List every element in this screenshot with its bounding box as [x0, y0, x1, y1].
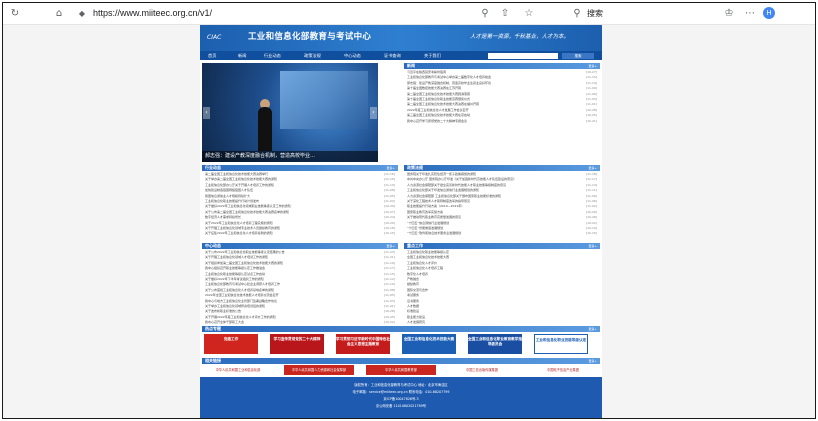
list-item[interactable]: 我中心召开全体干部职工大会 [10-22]: [202, 320, 398, 325]
nav-center[interactable]: 中心动态: [344, 51, 361, 60]
banner-caption[interactable]: 郝志强：建设产教深度融合机制，营造高校毕业…: [202, 151, 378, 162]
nav-policy[interactable]: 政策法规: [304, 51, 321, 60]
list-item[interactable]: 我中心召开学习贯彻党的二十大精神专题会议 [10-21]: [404, 119, 600, 124]
panel-title: 中心动态: [205, 243, 221, 248]
news-carousel[interactable]: ‹ › 郝志强：建设产教深度融合机制，营造高校毕业…: [202, 63, 378, 162]
more-link[interactable]: 更多+: [588, 165, 597, 171]
topic-tile[interactable]: 学习贯彻习近平新时代中国特色社会主义思想主题教育: [336, 334, 390, 354]
more-link[interactable]: 更多+: [588, 243, 597, 249]
footer-police-record[interactable]: 京公网安备 11010802021789号: [200, 404, 602, 409]
list-item-title[interactable]: “十四五”软件和信息技术服务业发展规划: [407, 231, 576, 236]
site-title: 工业和信息化部教育与考试中心: [248, 32, 372, 42]
lock-icon: ◆: [78, 9, 86, 18]
industry-list: 第二届全国工业和信息化技术技能大赛决赛举行 [11-16] 关于举办第二届全国工业和…: [202, 172, 398, 237]
topic-tile[interactable]: 党建工作: [204, 334, 258, 354]
more-link[interactable]: 更多+: [588, 63, 597, 69]
list-item[interactable]: “十四五”软件和信息技术服务业发展规划 [10-15]: [404, 231, 600, 236]
share-icon[interactable]: ⇧: [499, 7, 511, 20]
site-header: CIAC 工业和信息化部教育与考试中心 人才是第一资源，千秋基业，人才为本。: [200, 25, 602, 51]
list-item-title[interactable]: 关于征集2022年工业和信息化人才培养案例的通知: [205, 231, 374, 236]
policy-list: 国务院关于印发扎实稳住经济一揽子政策措施的通知 [11-18] 中共中央办公厅 国务…: [404, 172, 600, 237]
browser-window: ↻ ⌂ ◆ https://www.miiteec.org.cn/v1/ ⚲ ⇧…: [2, 2, 816, 419]
related-link[interactable]: 中华人民共和国教育部: [366, 365, 436, 375]
star-icon[interactable]: ☆: [523, 7, 535, 20]
panel-header: 中心动态 更多+: [202, 243, 398, 249]
links-header: 相关链接 更多+: [202, 358, 600, 364]
main-nav: 首页 新闻 行业动态 政策法规 中心动态 证书查询 关于我们 搜索: [200, 51, 602, 60]
banner-speaker: [258, 107, 272, 151]
footer-copyright: 版权所有：工业和信息化部教育与考试中心 地址：北京市海淀区: [354, 383, 448, 387]
footer-icp[interactable]: 京ICP备10047826号-3: [200, 397, 602, 402]
home-icon[interactable]: ⌂: [53, 7, 65, 20]
banner-screen: [280, 71, 368, 129]
panel-header: 重点工作 更多+: [404, 243, 600, 249]
menu-icon[interactable]: ⋯: [743, 7, 757, 20]
panel-title: 政策法规: [407, 165, 423, 170]
more-link[interactable]: 更多+: [588, 326, 597, 332]
site-footer: 版权所有：工业和信息化部教育与考试中心 地址：北京市海淀区 电子邮箱：servi…: [200, 377, 602, 418]
news-list: 习近平在陕西延安考察时强调 [10-27] 工业和信息化部教育与考试中心举办第二届数…: [404, 70, 600, 124]
list-item-date: [10-21]: [585, 118, 597, 123]
browser-toolbar: ↻ ⌂ ◆ https://www.miiteec.org.cn/v1/ ⚲ ⇧…: [3, 3, 815, 25]
profile-avatar[interactable]: H: [763, 7, 775, 19]
list-item-date: [10-22]: [383, 320, 395, 325]
site-slogan: 人才是第一资源，千秋基业，人才为本。: [470, 34, 570, 40]
industry-panel: 行业动态 更多+ 第二届全国工业和信息化技术技能大赛决赛举行 [11-16] 关于举…: [202, 165, 398, 241]
list-item[interactable]: 人才发展研究: [404, 320, 600, 325]
panel-header: 行业动态 更多+: [202, 165, 398, 171]
related-link[interactable]: 中国工信出版传媒集团: [448, 365, 516, 375]
nav-about[interactable]: 关于我们: [424, 51, 441, 60]
list-item-title[interactable]: 人才发展研究: [407, 320, 576, 325]
more-link[interactable]: 更多+: [588, 358, 597, 364]
related-link[interactable]: 中国电子信息产业集团: [528, 365, 598, 375]
nav-home[interactable]: 首页: [208, 51, 216, 60]
topic-tile[interactable]: 全国工业和信息化职业教育教学指导委员会: [468, 334, 522, 354]
topic-tile[interactable]: 全国工业和信息化技术技能大赛: [402, 334, 456, 354]
panel-title: 行业动态: [205, 165, 221, 170]
more-link[interactable]: 更多+: [386, 243, 395, 249]
topic-tile[interactable]: 学习宣传贯彻党的二十大精神: [270, 334, 324, 354]
nav-industry[interactable]: 行业动态: [264, 51, 281, 60]
key-work-panel: 重点工作 更多+ 工业和信息化职业技能等级认定 全国工业和信息化技术技能大赛 工业和…: [404, 243, 600, 325]
center-list: 关于公布2022年工业和信息化职业技能等级认定结果的公告 [11-23] 关于开展工…: [202, 250, 398, 325]
carousel-prev-icon[interactable]: ‹: [203, 107, 210, 119]
address-bar[interactable]: https://www.miiteec.org.cn/v1/: [93, 7, 212, 20]
nav-certificate[interactable]: 证书查询: [384, 51, 401, 60]
topic-tile[interactable]: 工业和信息化职业技能等级认定: [534, 334, 588, 354]
panel-header: 新闻 更多+: [404, 63, 600, 69]
reload-icon[interactable]: ↻: [9, 7, 21, 20]
nav-news[interactable]: 新闻: [238, 51, 246, 60]
panel-header: 政策法规 更多+: [404, 165, 600, 171]
site-search-input[interactable]: [488, 52, 558, 59]
list-item-date: [10-15]: [585, 231, 597, 236]
more-link[interactable]: 更多+: [386, 165, 395, 171]
web-page: CIAC 工业和信息化部教育与考试中心 人才是第一资源，千秋基业，人才为本。 首…: [3, 25, 815, 418]
footer-contact: 电子邮箱：service@miiteec.org.cn 联系电话：010-682…: [352, 390, 450, 394]
browser-search-label[interactable]: 搜索: [587, 7, 603, 20]
search-icon[interactable]: ⚲: [571, 7, 583, 20]
news-panel: 新闻 更多+ 习近平在陕西延安考察时强调 [10-27] 工业和信息化部教育与考试中…: [404, 63, 600, 163]
list-item-date: [10-15]: [383, 231, 395, 236]
panel-title: 相关链接: [205, 358, 221, 363]
content-column: CIAC 工业和信息化部教育与考试中心 人才是第一资源，千秋基业，人才为本。 首…: [200, 25, 602, 418]
related-link[interactable]: 中华人民共和国人力资源和社会保障部: [284, 365, 354, 375]
extensions-icon[interactable]: ♔: [723, 7, 735, 20]
list-item[interactable]: 关于征集2022年工业和信息化人才培养案例的通知 [10-15]: [202, 231, 398, 236]
list-item-title[interactable]: 我中心召开学习贯彻党的二十大精神专题会议: [407, 119, 576, 124]
site-search-button[interactable]: 搜索: [562, 52, 594, 59]
policy-panel: 政策法规 更多+ 国务院关于印发扎实稳住经济一揽子政策措施的通知 [11-18] 中…: [404, 165, 600, 241]
panel-title: 新闻: [407, 63, 415, 68]
center-panel: 中心动态 更多+ 关于公布2022年工业和信息化职业技能等级认定结果的公告 [11…: [202, 243, 398, 325]
related-link[interactable]: 中华人民共和国工业和信息化部: [204, 365, 272, 375]
zoom-icon[interactable]: ⚲: [479, 7, 491, 20]
carousel-next-icon[interactable]: ›: [370, 107, 377, 119]
key-work-list: 工业和信息化职业技能等级认定 全国工业和信息化技术技能大赛 工业和信息化人才评价 工业…: [404, 250, 600, 325]
panel-title: 重点工作: [407, 243, 423, 248]
list-item-title[interactable]: 我中心召开全体干部职工大会: [205, 320, 374, 325]
panel-title: 热点专题: [205, 326, 221, 331]
site-logo[interactable]: CIAC: [207, 33, 245, 43]
topics-header: 热点专题 更多+: [202, 326, 600, 332]
